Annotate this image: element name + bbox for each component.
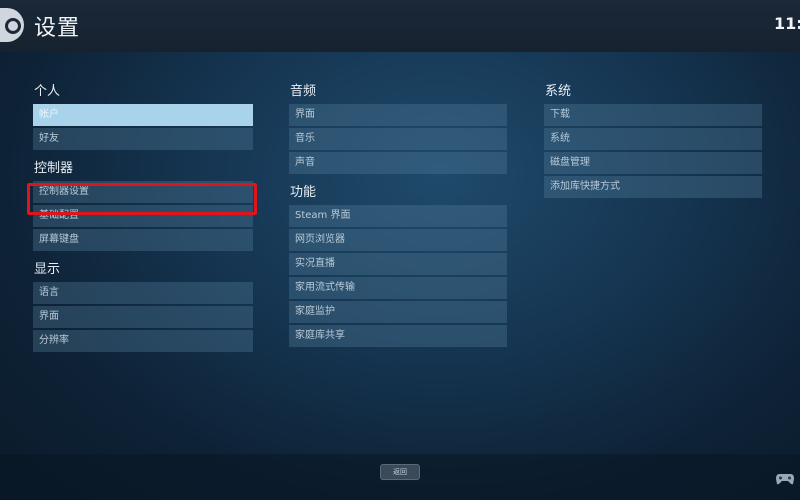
menu-item-in-home-streaming[interactable]: 家用流式传输 <box>289 277 507 299</box>
section-features: 功能 Steam 界面 网页浏览器 实况直播 家用流式传输 家庭监护 家庭库共享 <box>289 183 507 347</box>
menu-item-system[interactable]: 系统 <box>544 128 762 150</box>
menu-item-music[interactable]: 音乐 <box>289 128 507 150</box>
gamepad-icon <box>776 474 794 485</box>
menu-item-family-view[interactable]: 家庭监护 <box>289 301 507 323</box>
top-bar: 设置 11: <box>0 0 800 52</box>
menu-item-downloads[interactable]: 下载 <box>544 104 762 126</box>
menu-item-friends[interactable]: 好友 <box>33 128 253 150</box>
section-header: 音频 <box>290 84 317 99</box>
menu-item-interface[interactable]: 界面 <box>33 306 253 328</box>
section-header: 显示 <box>34 262 61 277</box>
settings-column-3: 系统 下载 系统 磁盘管理 添加库快捷方式 <box>544 82 762 207</box>
clock: 11: <box>774 14 800 33</box>
page-title: 设置 <box>34 16 81 41</box>
section-header: 控制器 <box>34 161 74 176</box>
back-button[interactable]: 返回 <box>380 464 420 480</box>
menu-item-sound[interactable]: 声音 <box>289 152 507 174</box>
section-system: 系统 下载 系统 磁盘管理 添加库快捷方式 <box>544 82 762 198</box>
menu-item-steam-overlay[interactable]: Steam 界面 <box>289 205 507 227</box>
steam-logo-icon[interactable] <box>0 8 24 42</box>
menu-item-web-browser[interactable]: 网页浏览器 <box>289 229 507 251</box>
section-header: 功能 <box>290 185 317 200</box>
highlight-annotation-box <box>27 183 257 215</box>
section-audio: 音频 界面 音乐 声音 <box>289 82 507 174</box>
section-header: 个人 <box>34 84 61 99</box>
menu-item-audio-interface[interactable]: 界面 <box>289 104 507 126</box>
menu-item-resolution[interactable]: 分辨率 <box>33 330 253 352</box>
section-personal: 个人 帐户 好友 <box>33 82 253 150</box>
settings-column-2: 音频 界面 音乐 声音 功能 Steam 界面 网页浏览器 实况直播 家用流式传… <box>289 82 507 356</box>
menu-item-family-library-sharing[interactable]: 家庭库共享 <box>289 325 507 347</box>
menu-item-disk-management[interactable]: 磁盘管理 <box>544 152 762 174</box>
menu-item-onscreen-keyboard[interactable]: 屏幕键盘 <box>33 229 253 251</box>
menu-item-broadcasting[interactable]: 实况直播 <box>289 253 507 275</box>
menu-item-account[interactable]: 帐户 <box>33 104 253 126</box>
menu-item-language[interactable]: 语言 <box>33 282 253 304</box>
menu-item-add-library-shortcut[interactable]: 添加库快捷方式 <box>544 176 762 198</box>
section-header: 系统 <box>545 84 572 99</box>
section-display: 显示 语言 界面 分辨率 <box>33 260 253 352</box>
settings-column-1: 个人 帐户 好友 控制器 控制器设置 基础配置 屏幕键盘 显示 语言 界面 分辨… <box>33 82 253 361</box>
